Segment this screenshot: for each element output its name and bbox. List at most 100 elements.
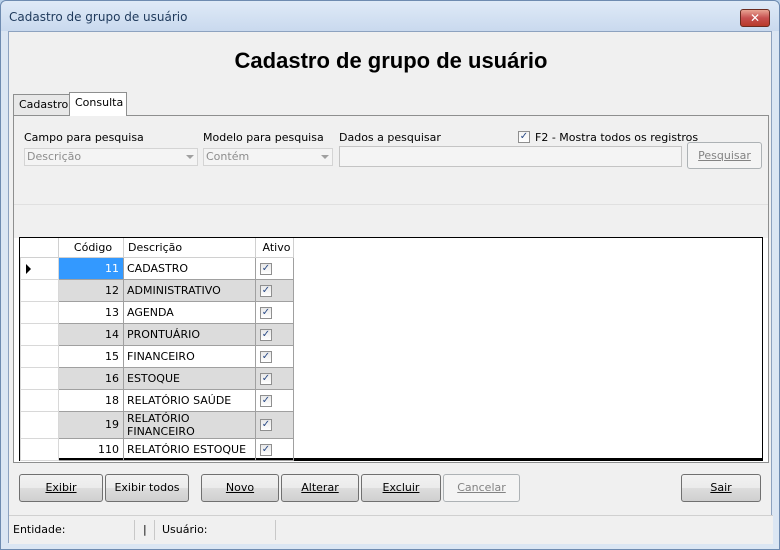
modelo-select[interactable]: Contém	[203, 148, 333, 166]
row-header[interactable]	[20, 437, 59, 461]
row-header[interactable]	[20, 256, 59, 280]
title-bar[interactable]: Cadastro de grupo de usuário ✕	[1, 1, 779, 31]
cell-descricao[interactable]: RELATÓRIO FINANCEIRO	[123, 410, 256, 439]
novo-button-label: Novo	[225, 481, 255, 494]
table-row[interactable]: 11 CADASTRO ✓	[20, 256, 294, 280]
campo-select-value: Descrição	[27, 150, 82, 163]
close-button[interactable]: ✕	[740, 9, 770, 27]
cell-codigo[interactable]: 110	[58, 437, 124, 461]
cell-ativo[interactable]: ✓	[255, 388, 294, 412]
cell-codigo[interactable]: 11	[58, 256, 124, 280]
cell-descricao[interactable]: ESTOQUE	[123, 366, 256, 390]
status-bar: Entidade: | Usuário:	[9, 515, 773, 544]
table-row[interactable]: 13 AGENDA ✓	[20, 300, 294, 324]
exibir-todos-button[interactable]: Exibir todos	[105, 474, 189, 502]
cell-ativo[interactable]: ✓	[255, 256, 294, 280]
cell-codigo[interactable]: 13	[58, 300, 124, 324]
current-row-pointer-icon	[26, 263, 31, 274]
results-table: Código Descrição Ativo 11 CADASTRO ✓ 12 ADMI…	[20, 238, 294, 461]
results-grid[interactable]: Código Descrição Ativo 11 CADASTRO ✓ 12 ADMI…	[19, 237, 763, 461]
cell-descricao[interactable]: RELATÓRIO SAÚDE	[123, 388, 256, 412]
cell-descricao[interactable]: FINANCEIRO	[123, 344, 256, 368]
campo-select[interactable]: Descrição	[24, 148, 198, 166]
row-header[interactable]	[20, 278, 59, 302]
main-window: Cadastro de grupo de usuário ✕ Cadastro …	[0, 0, 780, 550]
window-title: Cadastro de grupo de usuário	[9, 10, 188, 24]
cell-ativo[interactable]: ✓	[255, 322, 294, 346]
cell-descricao[interactable]: ADMINISTRATIVO	[123, 278, 256, 302]
status-separator	[134, 520, 135, 540]
cell-codigo[interactable]: 14	[58, 322, 124, 346]
novo-button[interactable]: Novo	[201, 474, 279, 502]
cell-descricao[interactable]: PRONTUÁRIO	[123, 322, 256, 346]
cell-codigo[interactable]: 12	[58, 278, 124, 302]
mostra-todos-label: F2 - Mostra todos os registros	[535, 131, 699, 144]
sair-button-label: Sair	[710, 481, 732, 494]
ativo-checkbox[interactable]: ✓	[260, 350, 272, 363]
column-header-descricao[interactable]: Descrição	[123, 238, 256, 258]
ativo-checkbox[interactable]: ✓	[260, 394, 272, 407]
cell-descricao[interactable]: CADASTRO	[123, 256, 256, 280]
cell-codigo[interactable]: 15	[58, 344, 124, 368]
excluir-button[interactable]: Excluir	[361, 474, 441, 502]
page-title: Cadastro de grupo de usuário	[234, 48, 548, 73]
client-area: Cadastro de grupo de usuário Cadastro Co…	[8, 31, 773, 544]
dados-label: Dados a pesquisar	[339, 131, 441, 144]
pesquisar-button-label: Pesquisar	[698, 149, 751, 162]
ativo-checkbox[interactable]: ✓	[260, 306, 272, 319]
excluir-button-label: Excluir	[382, 481, 420, 494]
cell-ativo[interactable]: ✓	[255, 344, 294, 368]
row-header[interactable]	[20, 388, 59, 412]
cell-codigo[interactable]: 18	[58, 388, 124, 412]
cell-descricao[interactable]: AGENDA	[123, 300, 256, 324]
column-header-ativo[interactable]: Ativo	[255, 238, 294, 258]
ativo-checkbox[interactable]: ✓	[260, 419, 272, 431]
mostra-todos-checkbox[interactable]: ✓	[518, 131, 530, 143]
table-row[interactable]: 19 RELATÓRIO FINANCEIRO ✓	[20, 410, 294, 439]
row-header[interactable]	[20, 344, 59, 368]
table-row[interactable]: 18 RELATÓRIO SAÚDE ✓	[20, 388, 294, 412]
column-header-codigo[interactable]: Código	[58, 238, 124, 258]
table-row[interactable]: 110 RELATÓRIO ESTOQUE ✓	[20, 437, 294, 461]
cell-codigo[interactable]: 19	[58, 410, 124, 439]
consulta-panel: Campo para pesquisa Descrição Modelo par…	[13, 115, 769, 463]
ativo-checkbox[interactable]: ✓	[260, 262, 272, 275]
pesquisar-button[interactable]: Pesquisar	[687, 142, 762, 169]
exibir-todos-button-label: Exibir todos	[114, 481, 180, 494]
ativo-checkbox[interactable]: ✓	[260, 443, 272, 456]
ativo-checkbox[interactable]: ✓	[260, 372, 272, 385]
status-separator	[275, 520, 276, 540]
row-header[interactable]	[20, 366, 59, 390]
ativo-checkbox[interactable]: ✓	[260, 328, 272, 341]
cell-ativo[interactable]: ✓	[255, 410, 294, 439]
cell-codigo[interactable]: 16	[58, 366, 124, 390]
sair-button[interactable]: Sair	[681, 474, 761, 502]
table-row[interactable]: 15 FINANCEIRO ✓	[20, 344, 294, 368]
cell-ativo[interactable]: ✓	[255, 366, 294, 390]
table-row[interactable]: 14 PRONTUÁRIO ✓	[20, 322, 294, 346]
tab-cadastro[interactable]: Cadastro	[13, 94, 71, 116]
tab-consulta[interactable]: Consulta	[69, 92, 127, 116]
cell-ativo[interactable]: ✓	[255, 278, 294, 302]
row-header[interactable]	[20, 300, 59, 324]
chevron-down-icon	[186, 155, 194, 159]
dados-input[interactable]	[339, 146, 682, 167]
cancelar-button-label: Cancelar	[457, 481, 506, 494]
row-header[interactable]	[20, 322, 59, 346]
entidade-label: Entidade:	[13, 523, 66, 536]
cell-descricao[interactable]: RELATÓRIO ESTOQUE	[123, 437, 256, 461]
exibir-button-label: Exibir	[45, 481, 77, 494]
alterar-button[interactable]: Alterar	[281, 474, 359, 502]
row-header[interactable]	[20, 410, 59, 439]
exibir-button[interactable]: Exibir	[19, 474, 103, 502]
grid-header-row: Código Descrição Ativo	[20, 238, 294, 258]
filter-area: Campo para pesquisa Descrição Modelo par…	[14, 116, 768, 204]
table-row[interactable]: 12 ADMINISTRATIVO ✓	[20, 278, 294, 302]
ativo-checkbox[interactable]: ✓	[260, 284, 272, 297]
campo-label: Campo para pesquisa	[24, 131, 144, 144]
chevron-down-icon	[321, 155, 329, 159]
cell-ativo[interactable]: ✓	[255, 300, 294, 324]
cell-ativo[interactable]: ✓	[255, 437, 294, 461]
cancelar-button[interactable]: Cancelar	[443, 474, 520, 502]
table-row[interactable]: 16 ESTOQUE ✓	[20, 366, 294, 390]
